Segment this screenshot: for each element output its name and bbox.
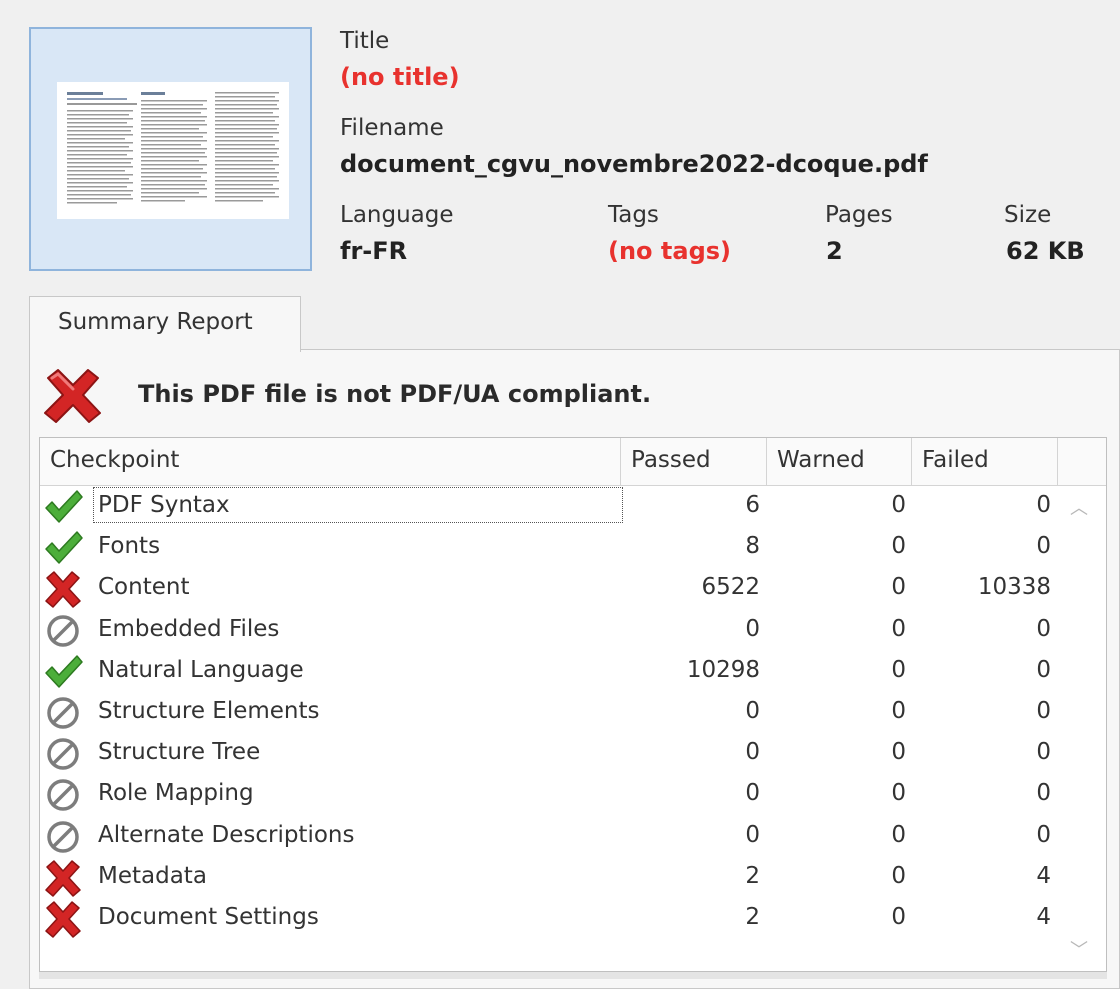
- warned-count: 0: [891, 574, 906, 601]
- table-row[interactable]: Content 6522 0 10338: [40, 568, 1060, 609]
- passed-count: 10298: [686, 656, 760, 683]
- checkpoint-name: Natural Language: [98, 656, 304, 683]
- checkpoint-name: Alternate Descriptions: [98, 821, 355, 848]
- red-x-icon: [42, 368, 104, 428]
- passed-count: 2: [745, 904, 760, 930]
- not-applicable-icon: [43, 694, 83, 732]
- checkpoint-name: Metadata: [98, 862, 207, 889]
- tags-label: Tags: [608, 202, 659, 228]
- failed-count: 10338: [977, 574, 1051, 601]
- warned-count: 0: [891, 739, 906, 766]
- checkpoint-name: Embedded Files: [98, 615, 280, 642]
- table-row[interactable]: Embedded Files 0 0 0: [40, 610, 1060, 651]
- red-x-icon: [43, 900, 83, 938]
- failed-count: 0: [1036, 533, 1051, 560]
- not-applicable-icon: [43, 612, 83, 650]
- failed-count: 4: [1036, 904, 1051, 930]
- column-header-failed[interactable]: Failed: [912, 438, 1058, 485]
- filename-label: Filename: [340, 115, 444, 141]
- warned-count: 0: [891, 615, 906, 642]
- red-x-icon: [43, 570, 83, 609]
- passed-count: 0: [745, 780, 760, 807]
- table-row[interactable]: Structure Tree 0 0 0: [40, 733, 1060, 774]
- filename-value: document_cgvu_novembre2022-dcoque.pdf: [340, 150, 928, 178]
- not-applicable-icon: [43, 735, 83, 773]
- table-row[interactable]: Metadata 2 0 4: [40, 857, 1060, 898]
- warned-count: 0: [891, 862, 906, 889]
- not-applicable-icon: [43, 818, 83, 856]
- warned-count: 0: [891, 904, 906, 930]
- check-icon: [43, 653, 83, 691]
- language-value: fr-FR: [340, 237, 408, 265]
- failed-count: 0: [1036, 780, 1051, 807]
- passed-count: 6: [745, 492, 760, 518]
- column-header-passed[interactable]: Passed: [621, 438, 767, 485]
- pages-value: 2: [826, 237, 843, 265]
- table-row[interactable]: Role Mapping 0 0 0: [40, 774, 1060, 815]
- title-value: (no title): [340, 63, 460, 91]
- passed-count: 0: [745, 698, 760, 724]
- passed-count: 8: [745, 533, 760, 560]
- scroll-down-icon[interactable]: ﹀: [1070, 936, 1088, 962]
- tags-value: (no tags): [608, 237, 731, 265]
- title-label: Title: [340, 28, 390, 54]
- language-label: Language: [340, 202, 454, 228]
- checkpoint-name: Content: [98, 574, 190, 601]
- failed-count: 0: [1036, 615, 1051, 642]
- failed-count: 4: [1036, 862, 1051, 889]
- checkpoint-name: Fonts: [98, 533, 161, 560]
- size-value: 62 KB: [1006, 237, 1085, 265]
- table-row[interactable]: Document Settings 2 0 4: [40, 898, 1060, 939]
- failed-count: 0: [1036, 821, 1051, 848]
- warned-count: 0: [891, 698, 906, 724]
- warned-count: 0: [891, 821, 906, 848]
- failed-count: 0: [1036, 739, 1051, 766]
- check-icon: [43, 488, 83, 526]
- warned-count: 0: [891, 656, 906, 683]
- checkpoint-name: Role Mapping: [98, 780, 254, 807]
- checkpoint-name: Structure Tree: [98, 739, 261, 766]
- failed-count: 0: [1036, 492, 1051, 518]
- scroll-up-icon[interactable]: ︿: [1070, 494, 1088, 520]
- warned-count: 0: [891, 492, 906, 518]
- table-row[interactable]: PDF Syntax 6 0 0: [40, 486, 1060, 527]
- table-row[interactable]: Fonts 8 0 0: [40, 527, 1060, 568]
- checkpoint-table: Checkpoint Passed Warned Failed PDF Synt…: [39, 437, 1107, 972]
- check-icon: [43, 529, 83, 567]
- checkpoint-name: Structure Elements: [98, 698, 320, 724]
- table-row[interactable]: Alternate Descriptions 0 0 0: [40, 816, 1060, 857]
- column-header-checkpoint[interactable]: Checkpoint: [40, 438, 621, 485]
- passed-count: 6522: [701, 574, 760, 601]
- checkpoint-name: PDF Syntax: [93, 487, 623, 523]
- passed-count: 0: [745, 615, 760, 642]
- checkpoint-name: Document Settings: [98, 904, 319, 930]
- table-row[interactable]: Natural Language 10298 0 0: [40, 651, 1060, 692]
- passed-count: 2: [745, 862, 760, 889]
- bottom-divider: [39, 972, 1107, 979]
- warned-count: 0: [891, 780, 906, 807]
- page-preview: [57, 82, 289, 219]
- compliance-status-message: This PDF file is not PDF/UA compliant.: [138, 380, 652, 408]
- document-thumbnail[interactable]: [29, 27, 312, 271]
- tab-summary-report[interactable]: Summary Report: [29, 296, 301, 352]
- warned-count: 0: [891, 533, 906, 560]
- passed-count: 0: [745, 739, 760, 766]
- pages-label: Pages: [825, 202, 893, 228]
- failed-count: 0: [1036, 656, 1051, 683]
- not-applicable-icon: [43, 776, 83, 814]
- passed-count: 0: [745, 821, 760, 848]
- table-row[interactable]: Structure Elements 0 0 0: [40, 692, 1060, 733]
- size-label: Size: [1004, 202, 1052, 228]
- failed-count: 0: [1036, 698, 1051, 724]
- red-x-icon: [43, 859, 83, 897]
- column-header-warned[interactable]: Warned: [767, 438, 912, 485]
- table-header: Checkpoint Passed Warned Failed: [40, 438, 1106, 486]
